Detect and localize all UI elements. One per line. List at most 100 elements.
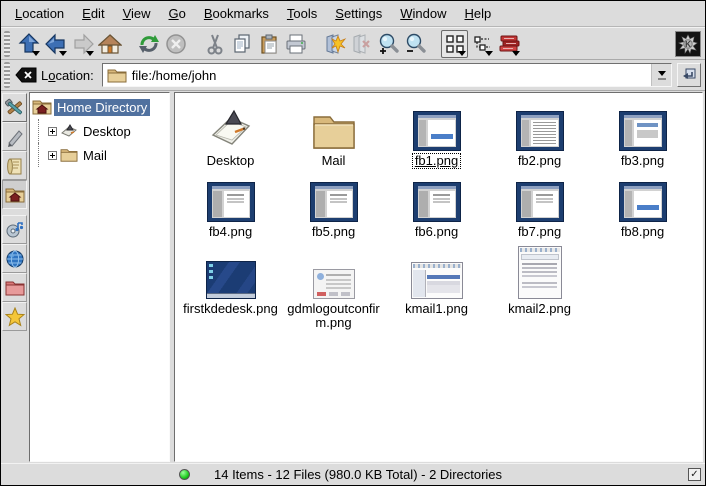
file-item-gdmlogoutconfirm[interactable]: gdmlogoutconfirm.png: [282, 239, 385, 330]
tree-line: [38, 143, 39, 167]
location-toolbar-grip[interactable]: [4, 62, 10, 88]
file-label: gdmlogoutconfirm.png: [284, 302, 384, 330]
bookshelf-dropdown-arrow[interactable]: [512, 51, 520, 56]
sidebar-tab-root-directory[interactable]: [2, 273, 27, 302]
image-thumbnail: [619, 101, 667, 151]
up-button[interactable]: [15, 30, 42, 58]
thumb-window: [212, 186, 250, 218]
expand-plus-icon[interactable]: [48, 151, 57, 160]
file-item-fb6[interactable]: fb6.png: [385, 168, 488, 239]
up-dropdown-arrow[interactable]: [32, 51, 40, 56]
menu-bookmarks[interactable]: Bookmarks: [196, 3, 277, 24]
screenshot-thumbnail: [206, 261, 256, 299]
file-item-kmail1[interactable]: kmail1.png: [385, 239, 488, 330]
screenshot-thumbnail: [413, 182, 461, 222]
screenshot-thumbnail: [518, 246, 562, 299]
tree-item-label: Desktop: [80, 123, 134, 140]
menu-go[interactable]: Go: [161, 3, 194, 24]
file-item-firstkdedesk[interactable]: firstkdedesk.png: [179, 239, 282, 330]
stop-button: [162, 30, 189, 58]
home-button[interactable]: [96, 30, 123, 58]
file-item-mail[interactable]: Mail: [282, 97, 385, 168]
file-item-kmail2[interactable]: kmail2.png: [488, 239, 591, 330]
clear-location-icon[interactable]: [15, 66, 37, 84]
tree-item-home-directory[interactable]: Home Directory: [32, 95, 169, 119]
active-view-indicator-icon[interactable]: ✓: [688, 468, 701, 481]
sidebar-tab-configure[interactable]: [2, 93, 27, 122]
print-button[interactable]: [282, 30, 309, 58]
file-label: fb3.png: [619, 154, 666, 168]
location-dropdown-button[interactable]: [651, 64, 671, 86]
screenshot-thumbnail: [516, 111, 564, 151]
file-item-fb1[interactable]: fb1.png: [385, 97, 488, 168]
root-folder-icon: [5, 279, 25, 297]
desktop-icon: [60, 122, 78, 140]
tree-view-button[interactable]: [468, 30, 495, 58]
file-row: firstkdedesk.png gdmlogoutconfirm.png km…: [179, 239, 702, 330]
icon-view-button[interactable]: [441, 30, 468, 58]
screenshot-thumbnail: [619, 111, 667, 151]
icon-view-dropdown-arrow[interactable]: [458, 51, 466, 56]
sidebar-tab-services[interactable]: [2, 215, 27, 244]
location-label: Location:: [41, 68, 94, 83]
tree-line: [38, 119, 39, 143]
status-bar: 14 Items - 12 Files (980.0 KB Total) - 2…: [1, 463, 705, 485]
menu-edit[interactable]: Edit: [74, 3, 112, 24]
menu-location[interactable]: Location: [7, 3, 72, 24]
screenshot-thumbnail: [310, 182, 358, 222]
screenshot-thumbnail: [619, 182, 667, 222]
file-label: fb6.png: [413, 225, 460, 239]
cut-button[interactable]: [201, 30, 228, 58]
menu-bar: Location Edit View Go Bookmarks Tools Se…: [1, 1, 705, 27]
menu-tools[interactable]: Tools: [279, 3, 325, 24]
menu-settings[interactable]: Settings: [327, 3, 390, 24]
location-input[interactable]: file:/home/john: [103, 64, 651, 86]
back-dropdown-arrow[interactable]: [59, 51, 67, 56]
go-button[interactable]: [677, 63, 701, 87]
file-label: fb8.png: [619, 225, 666, 239]
location-toolbar: Location: file:/home/john: [1, 60, 705, 91]
tree-view-dropdown-arrow[interactable]: [485, 51, 493, 56]
back-button[interactable]: [42, 30, 69, 58]
file-item-fb2[interactable]: fb2.png: [488, 97, 591, 168]
toolbar-grip[interactable]: [4, 31, 10, 57]
menu-view[interactable]: View: [115, 3, 159, 24]
thumb-window: [624, 115, 662, 147]
image-thumbnail: [206, 243, 256, 299]
reload-button[interactable]: [135, 30, 162, 58]
expand-plus-icon[interactable]: [48, 127, 57, 136]
tree-item-mail[interactable]: Mail: [32, 143, 169, 167]
image-thumbnail: [310, 172, 358, 222]
file-row: fb4.png fb5.png fb6.png: [179, 168, 702, 239]
screenshot-thumbnail: [207, 182, 255, 222]
file-item-fb8[interactable]: fb8.png: [591, 168, 694, 239]
history-scroll-icon: [5, 156, 25, 176]
main-area: Home Directory Desktop Mail: [1, 91, 705, 463]
image-thumbnail: [516, 101, 564, 151]
copy-button[interactable]: [228, 30, 255, 58]
thumb-detail: [637, 123, 658, 127]
sidebar-tab-bookmarks[interactable]: [2, 302, 27, 331]
sidebar-tab-home-directory[interactable]: [2, 180, 27, 209]
file-item-fb7[interactable]: fb7.png: [488, 168, 591, 239]
menu-window[interactable]: Window: [392, 3, 454, 24]
file-item-fb5[interactable]: fb5.png: [282, 168, 385, 239]
zoom-out-button[interactable]: [402, 30, 429, 58]
menu-help[interactable]: Help: [457, 3, 500, 24]
tree-item-desktop[interactable]: Desktop: [32, 119, 169, 143]
location-value: file:/home/john: [132, 68, 217, 83]
zoom-in-button[interactable]: [375, 30, 402, 58]
sidebar-tab-history[interactable]: [2, 151, 27, 180]
thumb-detail: [536, 194, 553, 196]
sidebar-tab-pencil[interactable]: [2, 122, 27, 151]
sidebar-tab-network[interactable]: [2, 244, 27, 273]
file-item-desktop[interactable]: Desktop: [179, 97, 282, 168]
file-item-fb4[interactable]: fb4.png: [179, 168, 282, 239]
bookshelf-button[interactable]: [495, 30, 522, 58]
paste-button[interactable]: [255, 30, 282, 58]
location-combobox[interactable]: file:/home/john: [102, 63, 672, 87]
window-new-button[interactable]: [321, 30, 348, 58]
image-thumbnail: [411, 243, 463, 299]
file-icon-view[interactable]: Desktop Mail: [174, 92, 703, 462]
file-item-fb3[interactable]: fb3.png: [591, 97, 694, 168]
